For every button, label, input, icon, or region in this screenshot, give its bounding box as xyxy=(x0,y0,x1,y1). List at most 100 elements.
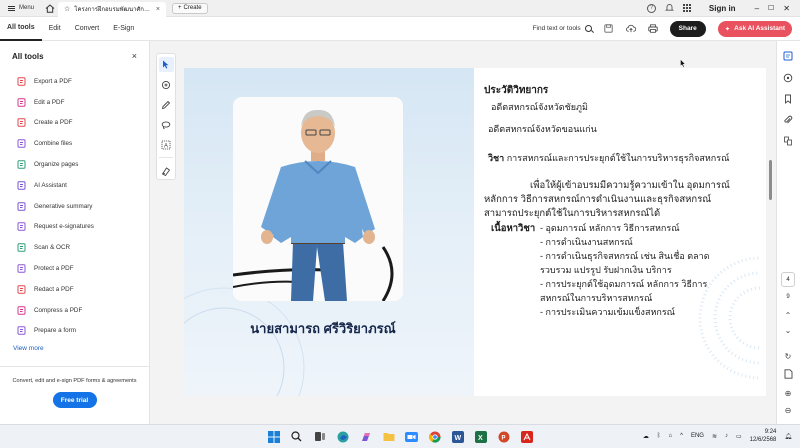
view-more-link[interactable]: View more xyxy=(0,345,149,357)
tool-item[interactable]: Request e-signatures xyxy=(0,217,149,238)
tool-item[interactable]: Generative summary xyxy=(0,196,149,217)
plus-icon: + xyxy=(178,5,182,11)
tool-item[interactable]: Create a PDF xyxy=(0,113,149,134)
tab-title: โครงการฝึกอบรมพัฒนาศักยภ... xyxy=(74,7,152,13)
comment-panel-icon[interactable] xyxy=(782,50,794,62)
current-page-field[interactable]: 4 xyxy=(781,272,795,287)
powerpoint-icon[interactable]: P xyxy=(496,429,511,444)
star-icon[interactable]: ☆ xyxy=(64,5,70,13)
tool-label: Compress a PDF xyxy=(34,306,83,314)
volume-icon[interactable]: ♪ xyxy=(725,433,728,439)
weather-icon[interactable]: ☁ xyxy=(643,433,649,440)
vertical-scrollbar[interactable] xyxy=(769,160,772,200)
upload-cloud-icon[interactable] xyxy=(625,24,636,34)
print-icon[interactable] xyxy=(647,24,658,34)
select-cursor-icon[interactable] xyxy=(158,57,174,72)
draw-pen-icon[interactable] xyxy=(159,97,174,112)
save-icon[interactable] xyxy=(604,24,614,34)
tool-item[interactable]: Edit a PDF xyxy=(0,92,149,113)
tool-item[interactable]: Compress a PDF xyxy=(0,300,149,321)
clock[interactable]: 9:24 12/6/2568 xyxy=(750,428,777,444)
free-trial-button[interactable]: Free trial xyxy=(52,392,97,409)
document-outline-icon[interactable] xyxy=(782,368,794,380)
zoom-out-icon[interactable]: ⊖ xyxy=(782,404,794,416)
tab-edit[interactable]: Edit xyxy=(42,17,68,41)
tool-label: Edit a PDF xyxy=(34,98,65,106)
network-icon[interactable]: ⌂ xyxy=(669,433,673,439)
excel-icon[interactable]: X xyxy=(473,429,488,444)
window-maximize-icon[interactable]: ☐ xyxy=(768,4,774,12)
tool-icon xyxy=(17,264,26,273)
tool-label: Scan & OCR xyxy=(34,244,71,252)
tool-item[interactable]: Protect a PDF xyxy=(0,258,149,279)
content-item: - การดำเนินธุรกิจสหกรณ์ เช่น สินเชื่อ ตล… xyxy=(540,251,710,261)
page-up-icon[interactable]: ⌃ xyxy=(782,309,794,321)
tab-all-tools[interactable]: All tools xyxy=(0,17,42,41)
attachments-icon[interactable] xyxy=(782,114,794,126)
word-icon[interactable]: W xyxy=(450,429,465,444)
help-icon[interactable]: ? xyxy=(646,3,656,13)
chrome-icon[interactable] xyxy=(427,429,442,444)
find-text-button[interactable]: Find text or tools xyxy=(533,25,592,32)
document-tab[interactable]: ☆ โครงการฝึกอบรมพัฒนาศักยภ... × xyxy=(58,1,167,17)
share-button[interactable]: Share xyxy=(669,20,706,37)
bookmark-icon[interactable] xyxy=(782,93,794,105)
menu-button[interactable]: Menu xyxy=(0,0,42,17)
tool-item[interactable]: AI Assistant xyxy=(0,175,149,196)
zoom-in-icon[interactable]: ⊕ xyxy=(782,387,794,399)
apps-grid-icon[interactable] xyxy=(682,3,692,13)
tool-label: Export a PDF xyxy=(34,77,72,85)
chevron-up-icon[interactable]: ^ xyxy=(680,433,683,439)
tool-item[interactable]: Combine files xyxy=(0,133,149,154)
bluetooth-icon[interactable]: ᛒ xyxy=(657,433,661,439)
tool-item[interactable]: Scan & OCR xyxy=(0,237,149,258)
tool-label: Protect a PDF xyxy=(34,265,74,273)
file-explorer-icon[interactable] xyxy=(381,429,396,444)
window-close-icon[interactable]: ✕ xyxy=(783,4,790,13)
stamp-icon[interactable] xyxy=(159,163,174,178)
tool-item[interactable]: Organize pages xyxy=(0,154,149,175)
search-icon[interactable] xyxy=(289,429,304,444)
tool-icon xyxy=(17,97,26,107)
svg-text:P: P xyxy=(501,435,505,441)
page-down-icon[interactable]: ⌄ xyxy=(782,324,794,336)
language-indicator[interactable]: ENG xyxy=(691,433,704,439)
bio-line: อดีตสหกรณ์จังหวัดขอนแก่น xyxy=(488,124,597,134)
sign-in-button[interactable]: Sign in xyxy=(709,4,736,13)
tool-item[interactable]: Prepare a form xyxy=(0,321,149,342)
ask-ai-assistant-button[interactable]: ✦ Ask AI Assistant xyxy=(717,20,792,37)
add-comment-icon[interactable] xyxy=(159,77,174,92)
home-icon[interactable] xyxy=(42,0,58,17)
bell-icon[interactable] xyxy=(664,3,674,14)
notification-bell-icon[interactable]: 🔔︎ xyxy=(784,433,792,440)
subject-line: วิชา การสหกรณ์และการประยุกต์ใช้ในการบริห… xyxy=(488,151,729,165)
zoom-app-icon[interactable] xyxy=(404,429,419,444)
create-button[interactable]: + Create xyxy=(172,2,208,14)
subject-text: การสหกรณ์และการประยุกต์ใช้ในการบริหารธุร… xyxy=(506,153,730,163)
tab-esign[interactable]: E-Sign xyxy=(106,17,141,41)
speaker-name: นายสามารถ ศรีวิริยาภรณ์ xyxy=(250,321,396,336)
tool-icon xyxy=(17,201,26,211)
wifi-icon[interactable]: ≋ xyxy=(712,433,717,440)
edge-icon[interactable] xyxy=(335,429,350,444)
tool-item[interactable]: Redact a PDF xyxy=(0,279,149,300)
text-box-icon[interactable]: A xyxy=(159,137,174,152)
acrobat-icon[interactable] xyxy=(519,429,534,444)
close-tab-icon[interactable]: × xyxy=(156,6,160,13)
pages-thumbnail-icon[interactable] xyxy=(782,135,794,147)
window-minimize-icon[interactable]: – xyxy=(755,4,759,13)
refresh-icon[interactable]: ↻ xyxy=(782,350,794,362)
close-panel-icon[interactable]: × xyxy=(132,51,137,61)
toolbar-right: Find text or tools Share ✦ Ask AI Assist… xyxy=(533,20,800,37)
lasso-icon[interactable] xyxy=(159,117,174,132)
task-view-icon[interactable] xyxy=(312,429,327,444)
tab-convert[interactable]: Convert xyxy=(68,17,107,41)
copilot-icon[interactable] xyxy=(358,429,373,444)
quick-tools-rail: A xyxy=(156,53,176,180)
mouse-cursor-icon xyxy=(680,59,686,68)
battery-icon[interactable]: ▭ xyxy=(736,433,742,440)
tool-item[interactable]: Export a PDF xyxy=(0,71,149,92)
right-side-rail: 4 9 ⌃ ⌄ ↻ ⊕ ⊖ xyxy=(776,41,800,424)
windows-start-icon[interactable] xyxy=(266,429,281,444)
ai-chat-icon[interactable] xyxy=(782,72,794,84)
